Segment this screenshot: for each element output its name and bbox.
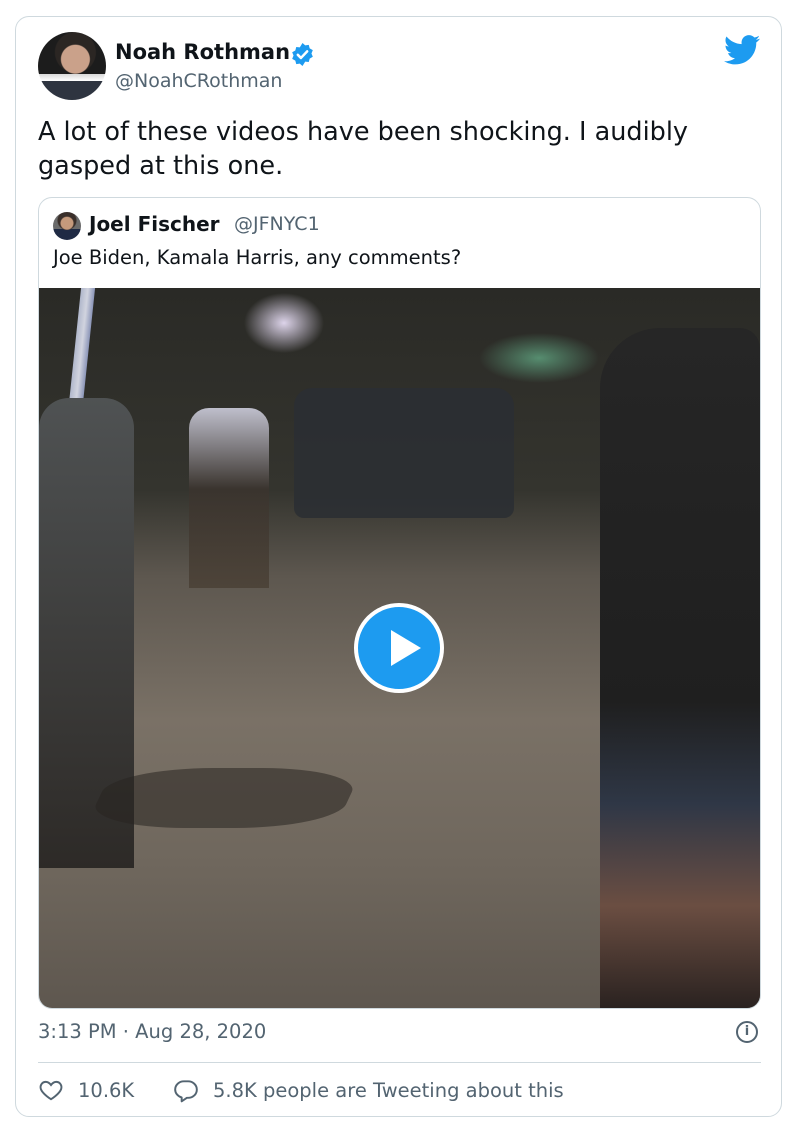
heart-icon [39, 1080, 63, 1101]
reply-bubble-icon [174, 1080, 198, 1103]
quoted-tweet[interactable]: Joel Fischer @JFNYC1 Joe Biden, Kamala H… [38, 197, 761, 1009]
author-avatar[interactable] [38, 32, 106, 100]
video-scene-vehicle [294, 388, 514, 518]
tweet-timestamp[interactable]: 3:13 PM · Aug 28, 2020 [38, 1020, 266, 1043]
quoted-author-avatar[interactable] [53, 212, 81, 240]
divider [38, 1062, 761, 1063]
twitter-bird-icon[interactable] [724, 35, 760, 65]
video-scene-person-center [189, 408, 269, 588]
video-thumbnail[interactable] [39, 288, 760, 1008]
play-button[interactable] [354, 603, 444, 693]
quoted-tweet-text: Joe Biden, Kamala Harris, any comments? [53, 246, 462, 269]
tweeting-about-text: 5.8K people are Tweeting about this [213, 1078, 564, 1102]
like-count: 10.6K [78, 1078, 135, 1102]
quoted-author-name[interactable]: Joel Fischer [89, 212, 220, 236]
author-handle[interactable]: @NoahCRothman [115, 70, 282, 92]
author-name[interactable]: Noah Rothman [115, 40, 290, 64]
video-scene-shadow [85, 768, 363, 828]
verified-badge-icon [292, 43, 313, 66]
video-scene-person-right [600, 328, 760, 1008]
play-icon [391, 630, 421, 666]
like-button[interactable]: 10.6K [38, 1077, 134, 1103]
quoted-author-handle[interactable]: @JFNYC1 [234, 213, 320, 235]
reply-button[interactable]: 5.8K people are Tweeting about this [173, 1077, 564, 1103]
tweet-text: A lot of these videos have been shocking… [38, 117, 689, 181]
tweet-card: Noah Rothman @NoahCRothman A lot of thes… [15, 16, 782, 1117]
info-icon[interactable]: i [736, 1021, 758, 1043]
